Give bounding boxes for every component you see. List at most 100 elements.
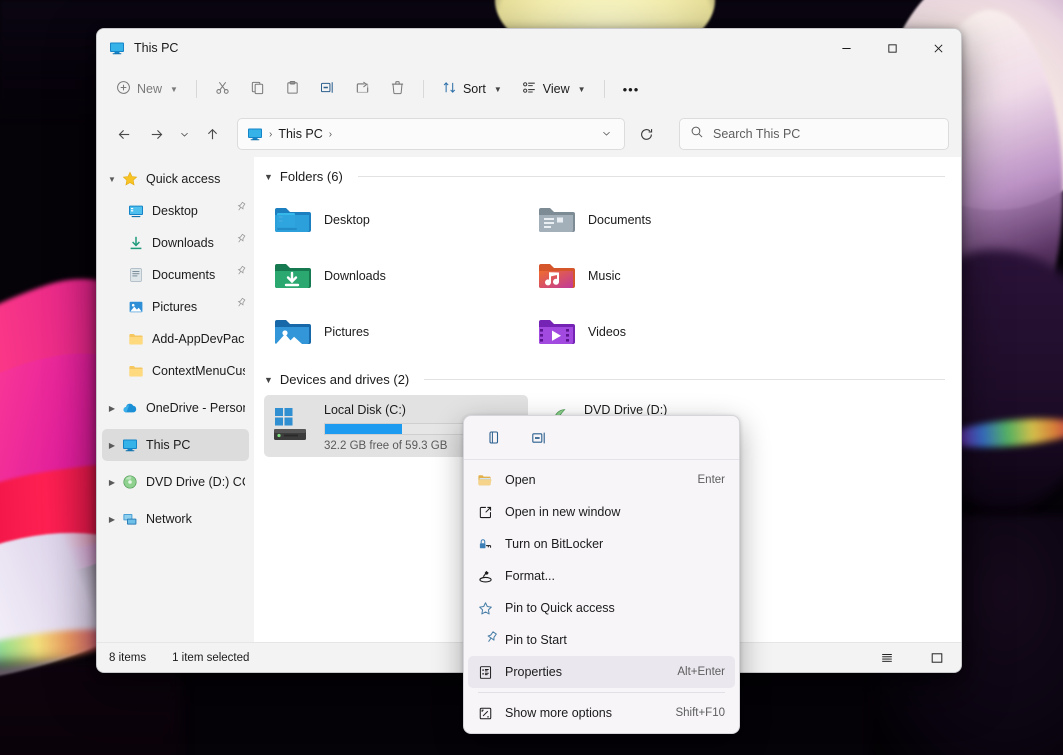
context-menu-label: Format... [505,569,713,583]
address-bar[interactable]: › This PC › [237,118,625,150]
details-view-button[interactable] [875,647,899,669]
sidebar-item-quick-access[interactable]: ▼ Quick access [102,163,249,195]
more-options-icon [477,705,493,721]
command-bar: New ▼ [97,67,961,111]
sidebar-item-onedrive[interactable]: ▶ OneDrive - Personal [102,392,249,424]
context-menu-item-properties[interactable]: Properties Alt+Enter [468,656,735,688]
cut-button[interactable] [206,73,239,105]
context-menu-toolbar [464,416,739,460]
delete-icon [390,80,405,98]
up-button[interactable] [197,119,227,149]
see-more-button[interactable]: ••• [614,73,649,105]
recent-locations-button[interactable] [173,119,195,149]
context-menu-item-open-in-new-window[interactable]: Open in new window [468,496,735,528]
context-menu-label: Open in new window [505,505,713,519]
minimize-button[interactable] [823,29,869,67]
context-menu-item-pin-to-quick-access[interactable]: Pin to Quick access [468,592,735,624]
sidebar-item-this-pc[interactable]: ▶ This PC [102,429,249,461]
context-menu-label: Show more options [505,706,663,720]
sidebar-item-contextmenucust[interactable]: ContextMenuCust [102,355,249,387]
folder-item-desktop[interactable]: Desktop [264,192,528,248]
context-menu-item-pin-to-start[interactable]: Pin to Start [468,624,735,656]
chevron-right-icon[interactable]: ▶ [102,441,122,450]
view-label: View [543,82,570,96]
music-folder-icon [536,256,576,296]
chevron-right-icon[interactable]: ▶ [102,404,122,413]
context-menu-item-turn-on-bitlocker[interactable]: Turn on BitLocker [468,528,735,560]
see-more-icon: ••• [623,82,640,97]
new-button[interactable]: New ▼ [107,73,187,105]
star-outline-icon [477,600,493,616]
sidebar-item-desktop[interactable]: Desktop [102,195,249,227]
sidebar-label: Documents [152,268,215,282]
new-label: New [137,82,162,96]
copy-button[interactable] [241,73,274,105]
format-icon [477,568,493,584]
drives-group-label: Devices and drives (2) [280,372,409,387]
navigation-bar: › This PC › Search This PC [97,111,961,157]
group-divider [424,379,945,380]
folder-item-documents[interactable]: Documents [528,192,792,248]
context-menu: Open Enter Open in new window [463,415,740,734]
search-icon [690,125,704,144]
sidebar-label: ContextMenuCust [152,364,245,378]
sidebar-item-network[interactable]: ▶ Network [102,503,249,535]
refresh-button[interactable] [631,119,661,149]
sidebar-item-documents[interactable]: Documents [102,259,249,291]
rename-icon[interactable] [520,422,558,454]
context-menu-item-open[interactable]: Open Enter [468,464,735,496]
share-button[interactable] [346,73,379,105]
address-dropdown-icon[interactable] [593,128,620,141]
copy-icon[interactable] [476,422,514,454]
chevron-down-icon[interactable]: ▼ [102,175,122,184]
maximize-button[interactable] [869,29,915,67]
breadcrumb-this-pc[interactable]: This PC [278,127,322,141]
back-button[interactable] [109,119,139,149]
breadcrumb-separator: › [269,129,272,140]
sidebar-label: Desktop [152,204,198,218]
breadcrumb-separator-2[interactable]: › [329,129,332,140]
cut-icon [215,80,230,98]
properties-icon [477,664,493,680]
context-menu-accel: Alt+Enter [677,666,725,678]
sidebar-item-add-appdevpackage[interactable]: Add-AppDevPacka [102,323,249,355]
search-box[interactable]: Search This PC [679,118,949,150]
chevron-down-icon[interactable]: ▼ [264,172,273,182]
paste-button[interactable] [276,73,309,105]
wallpaper-left-dark [0,660,180,755]
share-icon [355,80,370,98]
sidebar-item-pictures[interactable]: Pictures [102,291,249,323]
forward-button[interactable] [141,119,171,149]
onedrive-icon [122,400,138,416]
star-icon [122,171,138,187]
folder-item-pictures[interactable]: Pictures [264,304,528,360]
context-menu-item-format[interactable]: Format... [468,560,735,592]
close-button[interactable] [915,29,961,67]
folders-group-header[interactable]: ▼ Folders (6) [254,157,961,188]
toolbar-separator-3 [604,80,605,98]
drives-group-header[interactable]: ▼ Devices and drives (2) [254,360,961,391]
folder-item-videos[interactable]: Videos [528,304,792,360]
delete-button[interactable] [381,73,414,105]
view-button[interactable]: View ▼ [513,73,595,105]
folder-item-music[interactable]: Music [528,248,792,304]
this-pc-icon [247,126,263,142]
folder-label: Music [588,269,621,283]
sort-button[interactable]: Sort ▼ [433,73,511,105]
sidebar-item-downloads[interactable]: Downloads [102,227,249,259]
sidebar-item-dvd-drive[interactable]: ▶ DVD Drive (D:) CCC( [102,466,249,498]
context-menu-items: Open Enter Open in new window [464,460,739,729]
documents-icon [128,267,144,283]
folder-item-downloads[interactable]: Downloads [264,248,528,304]
context-menu-item-show-more-options[interactable]: Show more options Shift+F10 [468,697,735,729]
chevron-right-icon[interactable]: ▶ [102,478,122,487]
chevron-right-icon[interactable]: ▶ [102,515,122,524]
local-disk-icon [272,405,314,447]
chevron-down-icon[interactable]: ▼ [264,375,273,385]
new-icon [116,80,131,98]
context-menu-label: Turn on BitLocker [505,537,713,551]
rename-button[interactable] [311,73,344,105]
large-icons-view-button[interactable] [925,647,949,669]
sidebar-label: Pictures [152,300,197,314]
chevron-down-icon: ▼ [578,85,586,94]
